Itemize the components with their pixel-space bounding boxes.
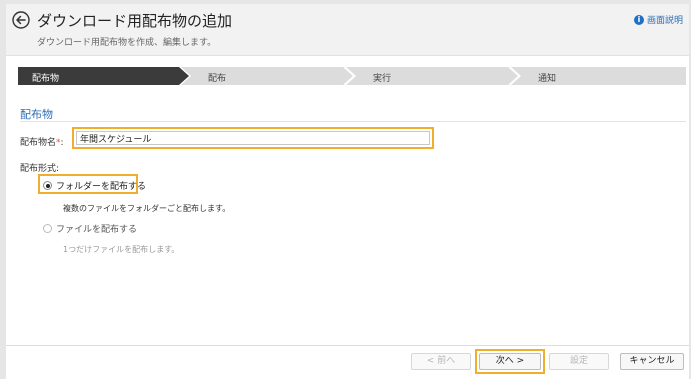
file-option-description: 1つだけファイルを配布します。 [63,245,180,254]
page-title: ダウンロード用配布物の追加 [37,12,233,30]
file-distribution-option[interactable]: ファイルを配布する [43,222,137,235]
dialog-panel: ダウンロード用配布物の追加 ダウンロード用配布物を作成、編集します。 i 画面説… [6,4,689,379]
settings-button[interactable]: 設定 [549,353,609,370]
step-shape-3 [346,67,519,85]
folder-option-label: フォルダーを配布する [56,182,147,192]
step-label-1: 配布物 [32,74,60,84]
distribution-name-input[interactable] [76,131,430,145]
section-title: 配布物 [20,108,53,121]
folder-option-description: 複数のファイルをフォルダーごと配布します。 [63,204,231,213]
name-field-label: 配布物名*: [20,135,64,148]
step-label-2: 配布 [208,74,227,84]
step-shape-2 [181,67,354,85]
info-icon: i [633,14,644,25]
name-label-text: 配布物名 [20,138,57,148]
file-option-label: ファイルを配布する [56,225,138,235]
name-label-colon: : [60,138,64,148]
radio-checked-icon[interactable] [43,181,52,190]
back-arrow-icon[interactable] [12,11,30,29]
section-divider [20,121,686,122]
cancel-button[interactable]: キャンセル [620,353,684,370]
format-label: 配布形式: [20,164,60,174]
stepper-background [18,67,686,85]
step-label-3: 実行 [373,74,392,84]
next-button[interactable]: 次へ > [479,353,541,370]
footer-divider [6,345,689,346]
wizard-stepper: 配布物 配布 実行 通知 [18,67,686,85]
folder-distribution-option[interactable]: フォルダーを配布する [43,179,146,192]
page-header: ダウンロード用配布物の追加 ダウンロード用配布物を作成、編集します。 i 画面説… [6,4,689,56]
page-subtitle: ダウンロード用配布物を作成、編集します。 [37,38,217,48]
help-link[interactable]: i 画面説明 [633,13,683,26]
step-label-4: 通知 [538,74,557,84]
radio-unchecked-icon[interactable] [43,224,52,233]
prev-button[interactable]: < 前へ [411,353,471,370]
help-link-label: 画面説明 [646,16,683,26]
